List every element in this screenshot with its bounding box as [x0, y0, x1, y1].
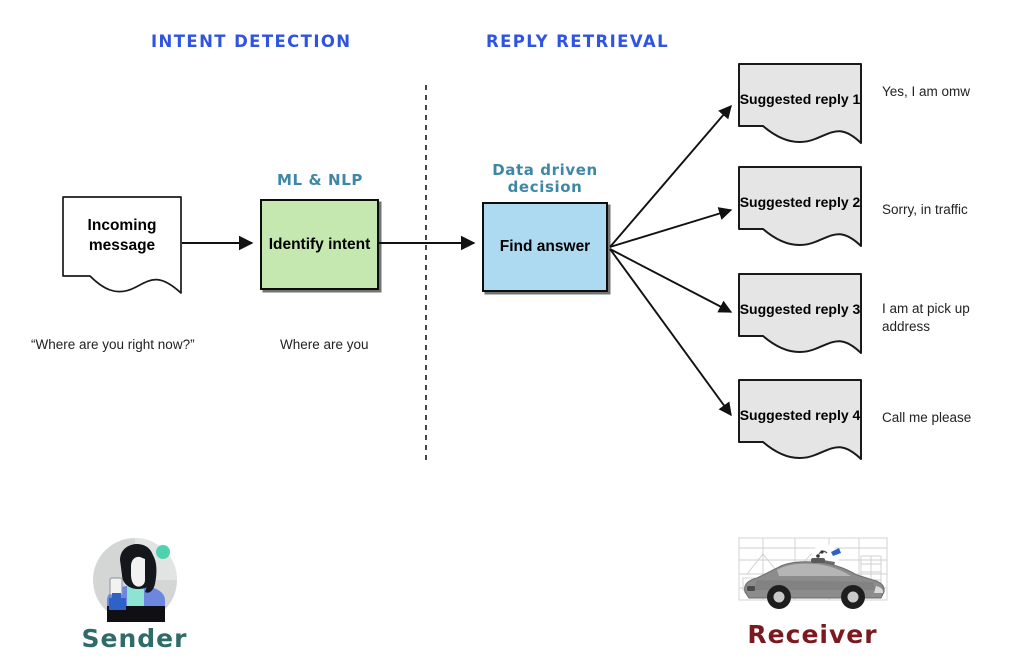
arrow-answer-to-reply-1 — [609, 104, 732, 248]
phase-title-intent-detection: INTENT DETECTION — [151, 32, 352, 51]
step-find-answer-label: Find answer — [499, 238, 591, 255]
annotation-ml-nlp: ML & NLP — [277, 171, 363, 189]
receiver-illustration — [733, 530, 893, 618]
reply-card-1[interactable]: Suggested reply 1 — [737, 62, 863, 144]
person-phone-icon — [92, 538, 177, 622]
step-identify-intent[interactable]: Identify intent — [260, 199, 379, 290]
arrow-answer-to-reply-2 — [609, 207, 733, 248]
identify-intent-caption: Where are you — [280, 337, 369, 352]
reply-text-1: Yes, I am omw — [882, 84, 971, 99]
annotation-data-driven-decision: Data driven decision — [492, 161, 598, 196]
incoming-message-caption: “Where are you right now?” — [31, 337, 195, 352]
sender-label: Sender — [81, 624, 188, 653]
persona-sender: Sender — [62, 536, 207, 653]
step-identify-intent-label: Identify intent — [268, 235, 371, 253]
phase-title-reply-retrieval: REPLY RETRIEVAL — [486, 32, 669, 51]
reply-card-2[interactable]: Suggested reply 2 — [737, 165, 863, 247]
reply-text-2: Sorry, in traffic — [882, 202, 968, 217]
reply-card-3[interactable]: Suggested reply 3 — [737, 272, 863, 354]
receiver-label: Receiver — [747, 620, 878, 649]
sender-illustration — [87, 536, 183, 622]
car-icon — [738, 537, 887, 609]
diagram-canvas: INTENT DETECTION REPLY RETRIEVAL Incomin… — [0, 0, 1024, 671]
persona-receiver: Receiver — [730, 530, 895, 649]
reply-card-4[interactable]: Suggested reply 4 — [737, 378, 863, 460]
arrow-answer-to-reply-4 — [609, 248, 732, 417]
reply-text-4: Call me please — [882, 410, 972, 425]
arrow-answer-to-reply-3 — [609, 248, 733, 313]
step-find-answer[interactable]: Find answer — [482, 202, 608, 292]
incoming-message-shape: Incoming message — [62, 196, 182, 294]
reply-text-3: I am at pick up address — [882, 301, 970, 335]
phase-divider — [425, 85, 427, 465]
